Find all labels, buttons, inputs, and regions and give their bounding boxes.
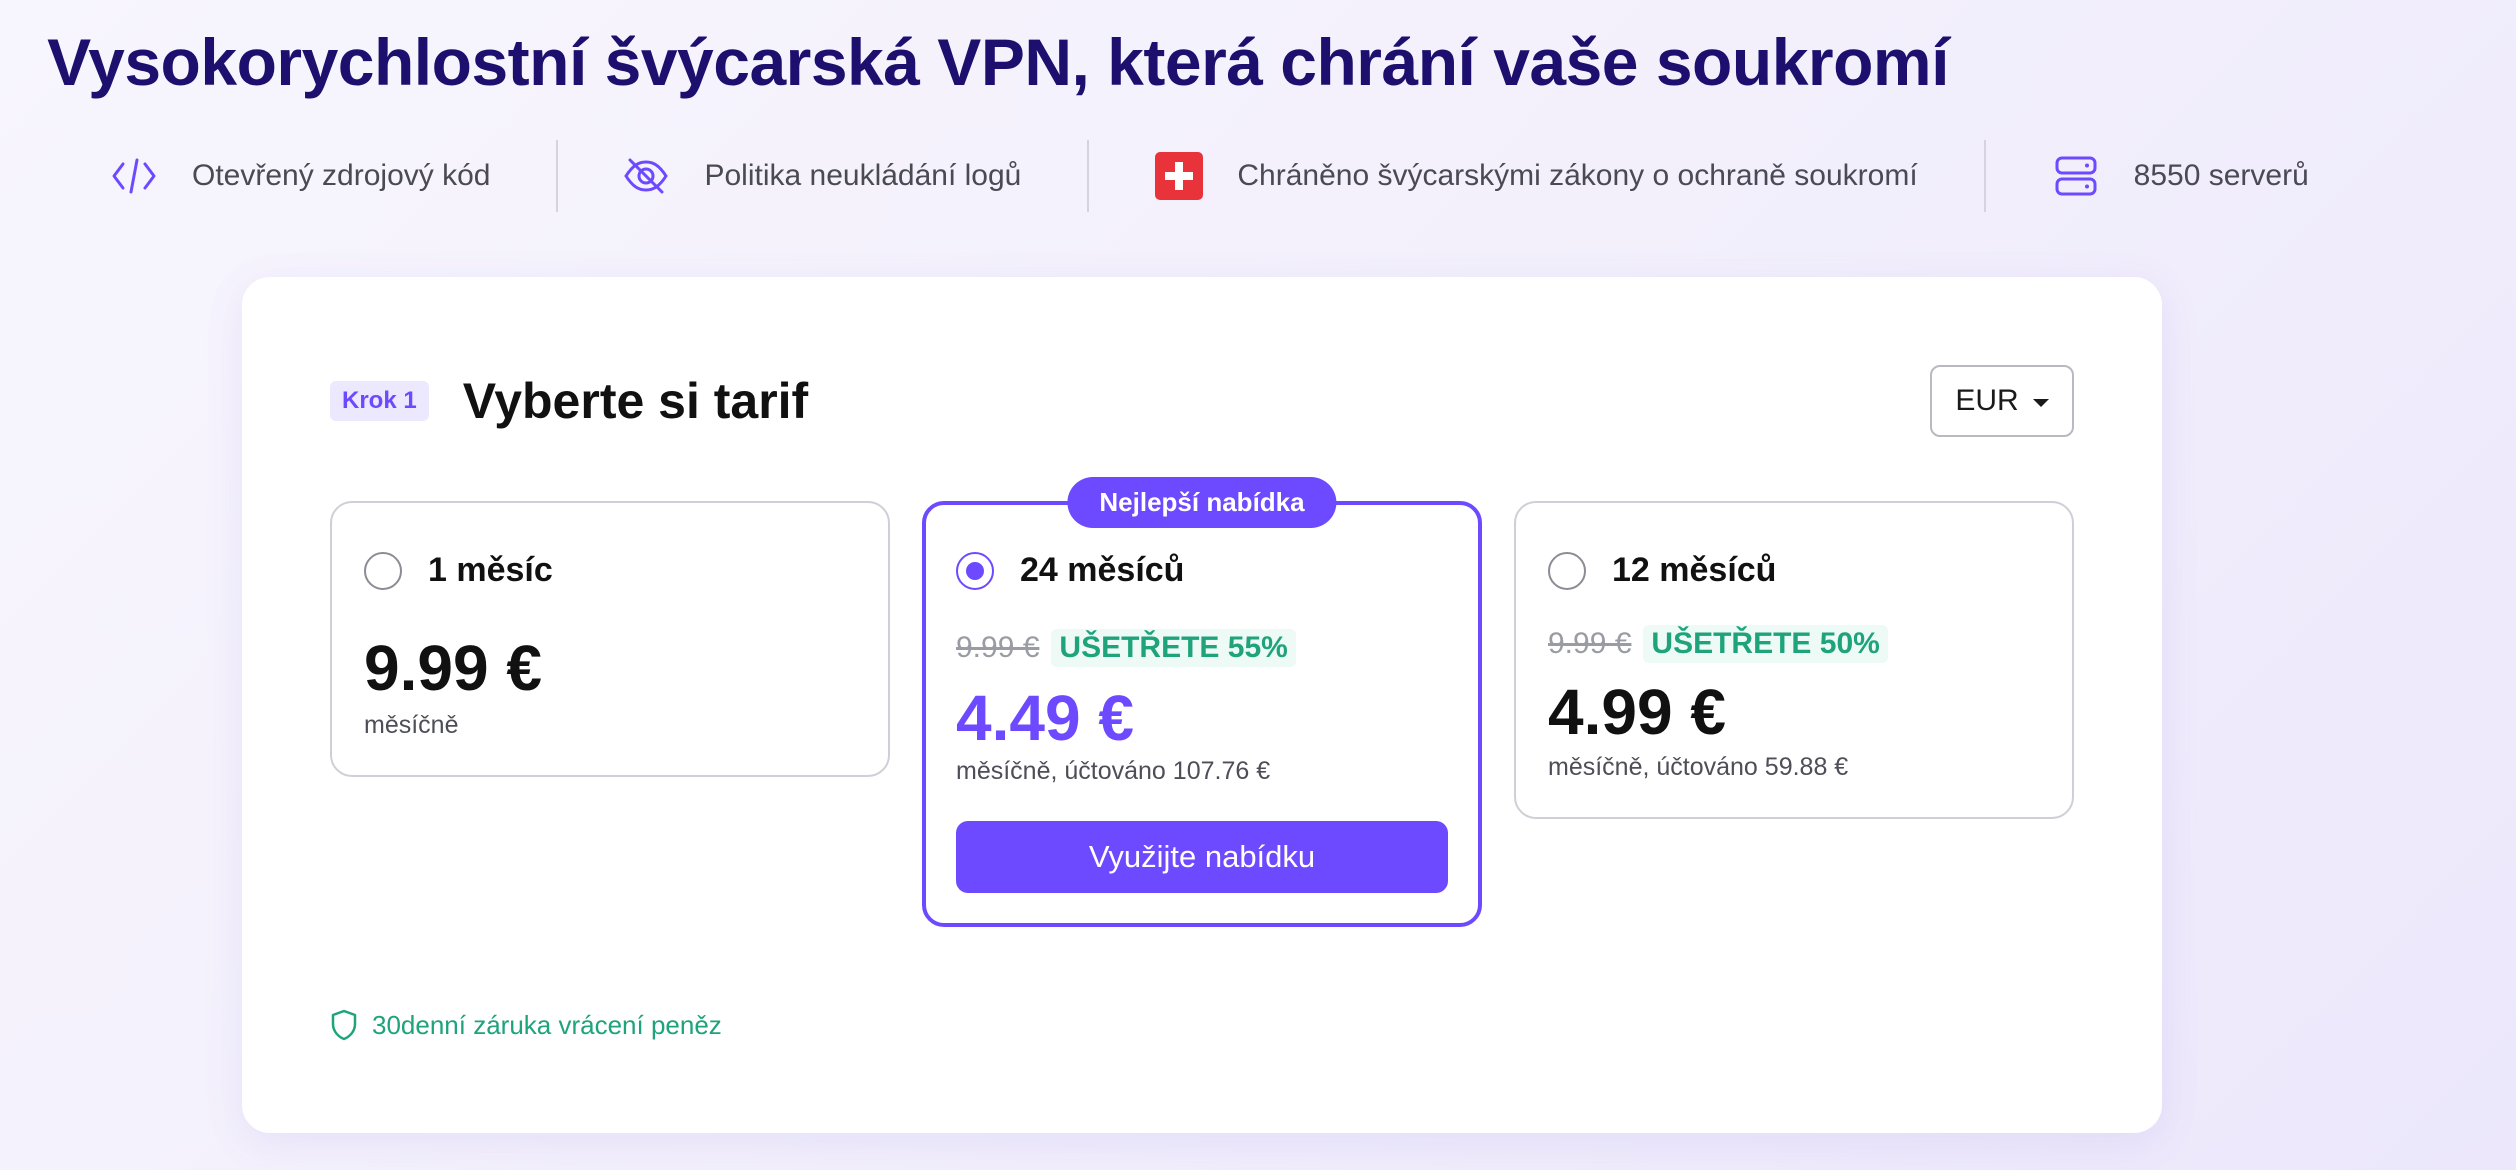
discount-row: 9.99 € UŠETŘETE 50% [1548, 625, 1888, 663]
plan-price: 4.99 € [1548, 676, 1726, 748]
plan-price: 4.49 € [956, 682, 1134, 754]
radio-button-selected[interactable] [956, 551, 994, 590]
plan-header: 24 měsíců [956, 551, 1184, 590]
feature-label: Otevřený zdrojový kód [192, 159, 491, 192]
step-header: Krok 1 Vyberte si tarif [330, 372, 808, 430]
feature-divider [1087, 140, 1090, 212]
shield-icon [330, 1009, 360, 1041]
savings-badge: UŠETŘETE 50% [1643, 625, 1888, 663]
swiss-flag-icon [1155, 152, 1204, 200]
step-badge: Krok 1 [330, 381, 429, 421]
step-title: Vyberte si tarif [462, 373, 809, 429]
currency-select[interactable]: EUR [1930, 365, 2074, 437]
plan-header: 12 měsíců [1548, 551, 1776, 590]
feature-divider [1983, 140, 1986, 212]
discount-row: 9.99 € UŠETŘETE 55% [956, 629, 1296, 667]
best-offer-badge: Nejlepší nabídka [1067, 477, 1337, 528]
guarantee-text: 30denní záruka vrácení peněz [372, 1009, 722, 1040]
plan-billing-note: měsíčně, účtováno 107.76 € [956, 757, 1271, 785]
feature-label: 8550 serverů [2133, 159, 2309, 192]
plan-name: 12 měsíců [1612, 551, 1777, 589]
money-back-guarantee: 30denní záruka vrácení peněz [330, 1009, 722, 1041]
plan-price: 9.99 € [364, 632, 542, 704]
plan-header: 1 měsíc [364, 551, 553, 590]
feature-label: Chráněno švýcarskými zákony o ochraně so… [1237, 159, 1918, 192]
code-icon [110, 152, 158, 200]
feature-swiss-law: Chráněno švýcarskými zákony o ochraně so… [1155, 138, 1918, 214]
page-headline: Vysokorychlostní švýcarská VPN, která ch… [47, 25, 1949, 99]
original-price: 9.99 € [956, 631, 1040, 664]
eye-slash-icon [622, 152, 670, 200]
radio-button[interactable] [364, 551, 402, 590]
feature-servers: 8550 serverů [2052, 138, 2309, 214]
plan-name: 1 měsíc [428, 551, 553, 589]
feature-bar: Otevřený zdrojový kód Politika neukládán… [110, 138, 2309, 214]
feature-divider [556, 140, 559, 212]
feature-label: Politika neukládání logů [704, 159, 1022, 192]
plan-1-month[interactable]: 1 měsíc 9.99 € měsíčně [330, 501, 890, 777]
currency-value: EUR [1955, 384, 2019, 417]
get-deal-button[interactable]: Využijte nabídku [956, 821, 1448, 893]
savings-badge: UŠETŘETE 55% [1051, 629, 1296, 667]
plan-name: 24 měsíců [1020, 551, 1185, 589]
server-icon [2052, 152, 2100, 200]
plan-24-months[interactable]: Nejlepší nabídka 24 měsíců 9.99 € UŠETŘE… [922, 477, 1482, 927]
plan-billing-note: měsíčně [364, 711, 459, 739]
feature-no-logs: Politika neukládání logů [622, 138, 1021, 214]
radio-button[interactable] [1548, 551, 1586, 590]
plan-12-months[interactable]: 12 měsíců 9.99 € UŠETŘETE 50% 4.99 € měs… [1514, 501, 2074, 819]
caret-down-icon [2032, 399, 2049, 407]
plan-billing-note: měsíčně, účtováno 59.88 € [1548, 753, 1849, 781]
plan-selection-card: Krok 1 Vyberte si tarif EUR 1 měsíc 9.99… [242, 277, 2162, 1133]
original-price: 9.99 € [1548, 627, 1632, 660]
feature-open-source: Otevřený zdrojový kód [110, 138, 490, 214]
